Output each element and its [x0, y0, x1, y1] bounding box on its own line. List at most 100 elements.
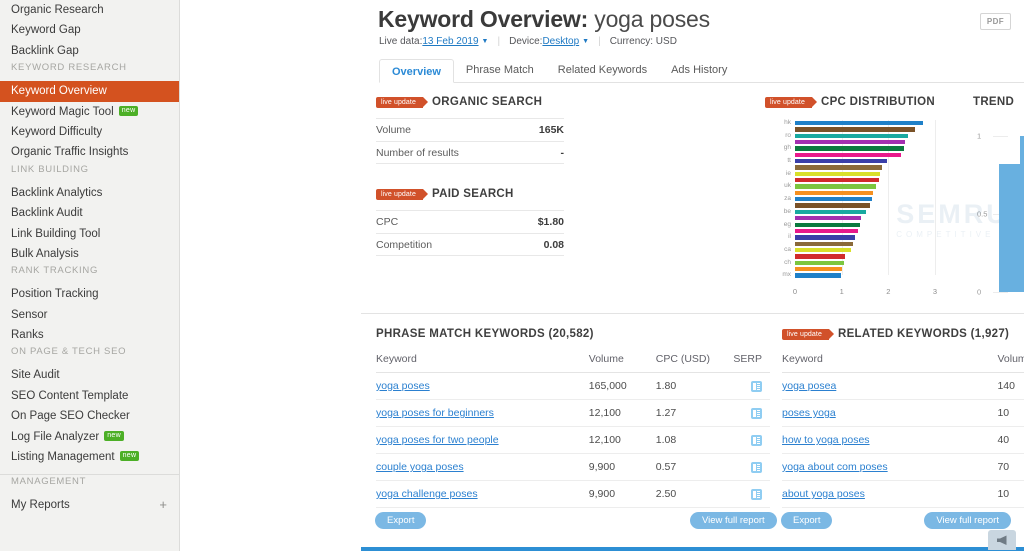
keyword-tables-band: PHRASE MATCH KEYWORDS (20,582) Keyword V… — [361, 314, 1024, 551]
sidebar-item-label: Keyword Difficulty — [11, 125, 103, 138]
plus-icon[interactable]: + — [159, 495, 167, 515]
column-header-keyword[interactable]: Keyword — [782, 353, 998, 373]
cpc-bar — [795, 159, 887, 164]
cpc-bar — [795, 247, 851, 253]
cpc-bar — [795, 133, 908, 138]
keyword-link[interactable]: couple yoga poses — [376, 461, 464, 473]
tab-phrase-match[interactable]: Phrase Match — [454, 58, 546, 82]
sidebar-item-on-page-seo-checker[interactable]: On Page SEO Checker — [0, 406, 179, 426]
keyword-link[interactable]: yoga posea — [782, 380, 836, 392]
sidebar-item-seo-content-template[interactable]: SEO Content Template — [0, 386, 179, 406]
cell-volume: 9,900 — [588, 453, 656, 481]
related-keywords-title: RELATED KEYWORDS (1,927) — [837, 328, 1010, 340]
chevron-down-icon-device[interactable]: ▼ — [582, 38, 589, 45]
related-keywords-panel: live update RELATED KEYWORDS (1,927) Key… — [782, 328, 1024, 508]
column-header-cpc[interactable]: CPC (USD) — [655, 353, 731, 373]
meta-divider-2: | — [598, 36, 601, 47]
sidebar-item-label: Organic Research — [11, 4, 104, 16]
sidebar-item-label: Keyword Overview — [11, 85, 107, 98]
cpc-distribution-chart: hk ro gh tt ie uk za be eg il ca ch mx 0 1 2 3 — [765, 119, 937, 296]
keyword-link[interactable]: how to yoga poses — [782, 434, 870, 446]
cpc-x-tick-label: 0 — [792, 287, 798, 296]
tab-overview[interactable]: Overview — [379, 59, 454, 83]
keyword-link[interactable]: poses yoga — [782, 407, 836, 419]
cell-volume: 165,000 — [588, 372, 656, 400]
sidebar-item-link-building-tool[interactable]: Link Building Tool — [0, 224, 179, 244]
sidebar-group-link-building: LINK BUILDING — [11, 163, 89, 175]
keyword-link[interactable]: yoga challenge poses — [376, 488, 478, 500]
sidebar-item-position-tracking[interactable]: Position Tracking — [0, 284, 179, 304]
export-button-phrase-match[interactable]: Export — [375, 512, 427, 529]
serp-icon[interactable] — [751, 434, 762, 446]
kpi-label-cpc: CPC — [376, 216, 399, 228]
kpi-label-number-of-results: Number of results — [376, 146, 459, 159]
serp-icon[interactable] — [751, 407, 762, 419]
table-row: how to yoga poses400.00 — [782, 426, 1024, 454]
sidebar-item-my-reports[interactable]: My Reports + — [0, 495, 179, 515]
chevron-down-icon-date[interactable]: ▼ — [482, 38, 489, 45]
keyword-link[interactable]: yoga poses for two people — [376, 434, 499, 446]
sidebar-item-keyword-gap[interactable]: Keyword Gap — [0, 20, 179, 40]
sidebar-item-label: SEO Content Template — [11, 389, 129, 402]
new-badge: new — [104, 430, 124, 441]
column-header-volume[interactable]: Volume — [588, 353, 656, 373]
column-header-volume[interactable]: Volume — [997, 353, 1024, 373]
serp-icon[interactable] — [751, 488, 762, 500]
new-badge: new — [118, 105, 139, 116]
sidebar-item-organic-research[interactable]: Organic Research — [0, 0, 179, 20]
related-keywords-header: live update RELATED KEYWORDS (1,927) — [782, 328, 1024, 340]
view-full-report-button-phrase-match[interactable]: View full report — [690, 512, 777, 529]
cpc-x-tick-label: 1 — [839, 287, 844, 296]
sidebar-item-label: Keyword Gap — [11, 24, 81, 37]
cell-keyword: yoga poses for beginners — [376, 399, 589, 427]
sidebar-item-sensor[interactable]: Sensor — [0, 305, 179, 325]
table-row: yoga poses 165,000 1.80 — [376, 372, 770, 400]
cell-keyword: poses yoga — [782, 399, 998, 427]
sidebar-item-keyword-difficulty[interactable]: Keyword Difficulty — [0, 122, 179, 142]
sidebar-group-rank-tracking: RANK TRACKING — [11, 265, 99, 277]
sidebar-item-backlink-audit[interactable]: Backlink Audit — [0, 203, 179, 223]
cell-volume: 12,100 — [588, 426, 656, 454]
keyword-link[interactable]: yoga poses for beginners — [376, 407, 494, 419]
cell-keyword: yoga challenge poses — [376, 480, 589, 508]
paid-search-panel: live update PAID SEARCH CPC $1.80 Compet… — [376, 188, 564, 256]
cell-serp — [730, 480, 770, 508]
keyword-link[interactable]: yoga poses — [376, 380, 430, 392]
sidebar-item-keyword-magic-tool[interactable]: Keyword Magic Tool new — [0, 102, 179, 122]
cell-keyword: about yoga poses — [782, 480, 998, 508]
column-header-serp[interactable]: SERP — [730, 353, 770, 373]
cpc-bar — [795, 184, 877, 189]
device-value[interactable]: Desktop — [542, 36, 579, 47]
cell-keyword: yoga poses — [376, 372, 589, 400]
export-button-related-keywords[interactable]: Export — [781, 512, 833, 529]
sidebar-item-backlink-analytics[interactable]: Backlink Analytics — [0, 183, 179, 203]
cell-cpc: 1.27 — [655, 399, 731, 427]
page-title-prefix: Keyword Overview: — [378, 6, 595, 32]
kpi-value-competition: 0.08 — [543, 238, 564, 251]
cpc-bar — [795, 127, 916, 132]
sidebar-item-log-file-analyzer[interactable]: Log File Analyzer new — [0, 427, 179, 447]
keyword-link[interactable]: about yoga poses — [782, 488, 865, 500]
trend-bar — [1020, 136, 1024, 292]
megaphone-icon[interactable] — [988, 530, 1016, 550]
cell-keyword: yoga poses for two people — [376, 426, 589, 454]
serp-icon[interactable] — [751, 380, 762, 392]
tab-ads-history[interactable]: Ads History — [659, 58, 739, 82]
meta-divider-1: | — [497, 36, 501, 47]
device-label: Device: — [509, 36, 543, 47]
cpc-bar — [795, 216, 862, 221]
column-header-keyword[interactable]: Keyword — [376, 353, 589, 373]
keyword-link[interactable]: yoga about com poses — [782, 461, 888, 473]
sidebar-item-keyword-overview[interactable]: Keyword Overview — [0, 81, 179, 102]
sidebar-item-listing-management[interactable]: Listing Management new — [0, 447, 179, 467]
sidebar-item-site-audit[interactable]: Site Audit — [0, 365, 179, 385]
currency-label: Currency: USD — [609, 36, 677, 47]
view-full-report-button-related-keywords[interactable]: View full report — [924, 512, 1011, 529]
serp-icon[interactable] — [751, 461, 762, 473]
cpc-y-tick-label: mx — [782, 271, 791, 279]
live-data-value[interactable]: 13 Feb 2019 — [422, 36, 478, 47]
pdf-export-button[interactable]: PDF — [980, 13, 1011, 30]
sidebar-group-on-page-tech-seo: ON PAGE & TECH SEO — [11, 346, 127, 358]
tab-related-keywords[interactable]: Related Keywords — [546, 58, 659, 82]
kpi-row-cpc: CPC $1.80 — [376, 210, 564, 233]
